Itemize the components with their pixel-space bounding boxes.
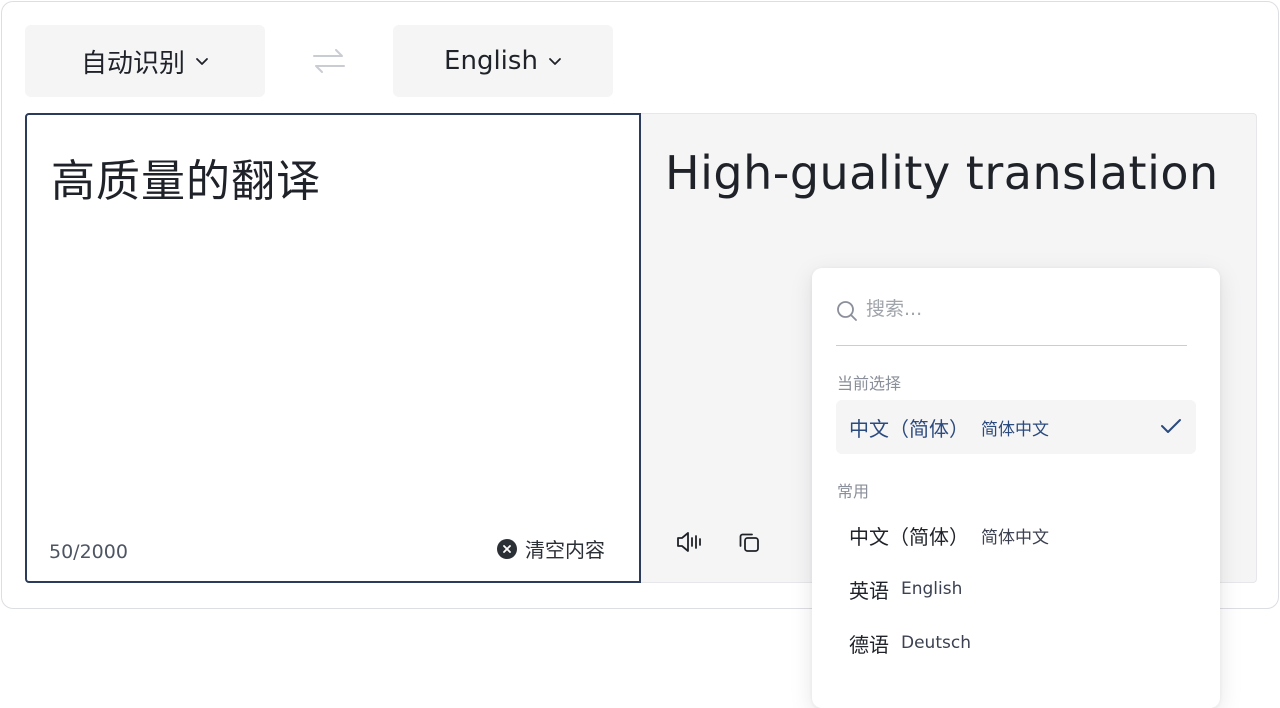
speak-button[interactable] <box>673 526 705 558</box>
check-icon <box>1161 419 1181 433</box>
swap-languages-button[interactable] <box>307 43 351 79</box>
current-selection-label: 当前选择 <box>837 374 902 393</box>
option-name: 中文（简体） <box>849 416 969 441</box>
source-language-label: 自动识别 <box>80 48 185 79</box>
copy-button[interactable] <box>733 526 765 558</box>
clear-content-button[interactable]: 清空内容 <box>497 534 605 563</box>
speaker-icon <box>677 532 701 552</box>
option-name: 德语 <box>849 632 889 657</box>
translated-text: High-guality translation <box>665 146 1219 200</box>
option-native-name: 简体中文 <box>981 419 1049 440</box>
common-languages-label: 常用 <box>837 482 870 501</box>
copy-icon <box>739 533 759 552</box>
language-option-german[interactable]: 德语 Deutsch <box>836 616 1196 670</box>
source-text-area[interactable]: 高质量的翻译 50/2000 清空内容 <box>25 113 641 583</box>
target-language-select[interactable]: English <box>393 25 613 97</box>
option-native-name: English <box>901 579 963 599</box>
clear-circle-icon <box>497 538 517 559</box>
current-language-option[interactable]: 中文（简体） 简体中文 <box>836 400 1196 454</box>
language-option-chinese-simplified[interactable]: 中文（简体） 简体中文 <box>836 508 1196 562</box>
swap-arrows-icon <box>313 49 345 73</box>
language-option-english[interactable]: 英语 English <box>836 562 1196 616</box>
character-count: 50/2000 <box>49 541 128 563</box>
target-language-label: English <box>444 46 538 76</box>
chevron-down-icon <box>549 58 561 65</box>
language-dropdown: 当前选择 中文（简体） 简体中文 常用 中文（简体） 简体中文 英语 Engli… <box>812 268 1220 708</box>
option-name: 英语 <box>849 578 889 603</box>
clear-content-label: 清空内容 <box>525 538 605 562</box>
option-name: 中文（简体） <box>849 524 969 549</box>
search-icon <box>837 301 857 321</box>
language-search[interactable] <box>836 294 1187 346</box>
chevron-down-icon <box>196 58 208 65</box>
option-native-name: 简体中文 <box>981 527 1049 548</box>
source-text[interactable]: 高质量的翻译 <box>51 145 321 209</box>
option-native-name: Deutsch <box>901 633 971 653</box>
search-input[interactable] <box>866 298 1166 320</box>
source-language-select[interactable]: 自动识别 <box>25 25 265 97</box>
